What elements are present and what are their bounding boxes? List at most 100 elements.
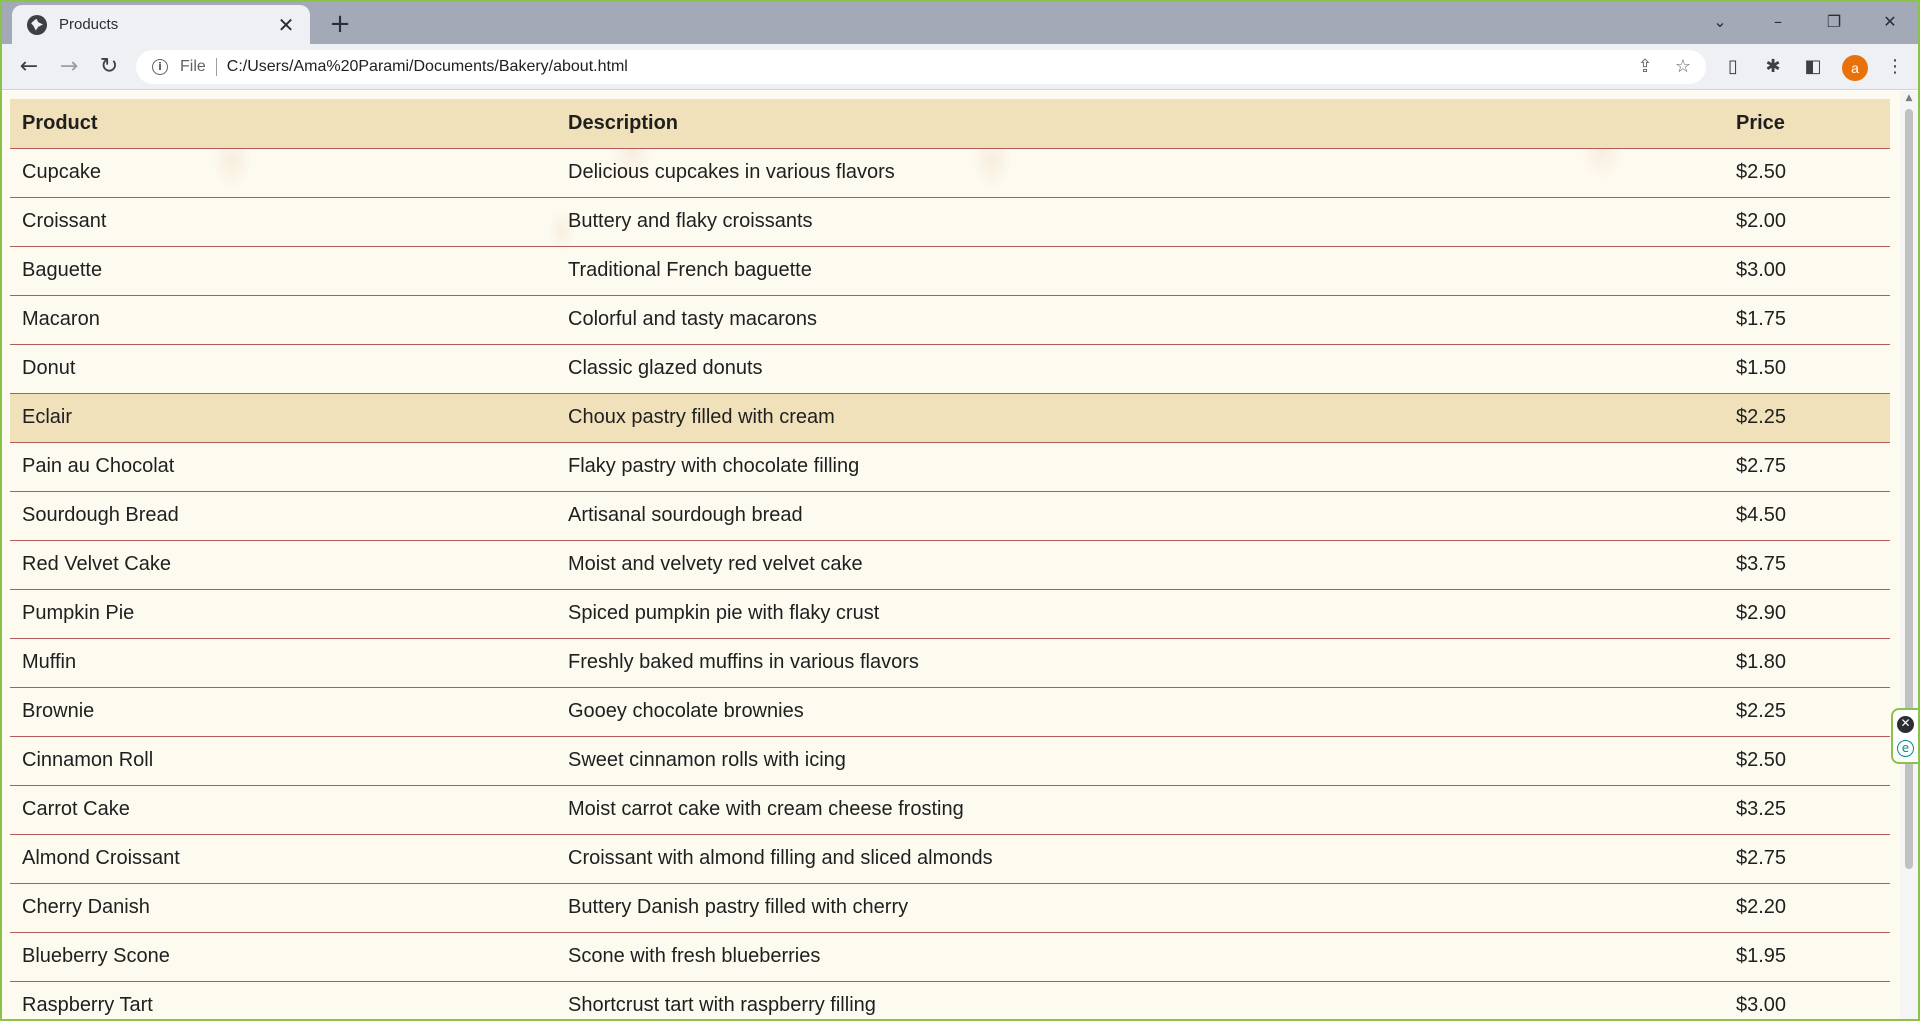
table-row: Pumpkin Pie Spiced pumpkin pie with flaky… xyxy=(10,589,1890,639)
menu-kebab-icon[interactable]: ⋮ xyxy=(1880,52,1910,82)
side-panel-icon[interactable]: ◧ xyxy=(1798,52,1828,82)
browser-window: Products ✕ + ⌄ – ❐ ✕ ← → ↻ i File C:/Use… xyxy=(2,2,1918,1019)
cell-product: Pumpkin Pie xyxy=(10,589,556,639)
cell-product: Pain au Chocolat xyxy=(10,442,556,492)
cell-description: Sweet cinnamon rolls with icing xyxy=(556,736,1724,786)
tab-products[interactable]: Products ✕ xyxy=(12,5,310,44)
cell-description: Flaky pastry with chocolate filling xyxy=(556,442,1724,492)
page-viewport: Product Description Price Cupcake Delicio… xyxy=(2,91,1918,1019)
cell-price: $1.50 xyxy=(1724,344,1890,394)
cell-price: $2.75 xyxy=(1724,442,1890,492)
cell-description: Buttery Danish pastry filled with cherry xyxy=(556,883,1724,933)
products-table: Product Description Price Cupcake Delicio… xyxy=(10,99,1890,1019)
cell-product: Sourdough Bread xyxy=(10,491,556,541)
cell-description: Buttery and flaky croissants xyxy=(556,197,1724,247)
cell-price: $2.00 xyxy=(1724,197,1890,247)
header-price: Price xyxy=(1724,99,1890,149)
vertical-scrollbar[interactable]: ▲ xyxy=(1900,91,1918,1019)
cell-price: $1.80 xyxy=(1724,638,1890,688)
table-row: Sourdough Bread Artisanal sourdough bread… xyxy=(10,491,1890,541)
table-row: Brownie Gooey chocolate brownies $2.25 xyxy=(10,687,1890,737)
cell-price: $2.90 xyxy=(1724,589,1890,639)
table-row: Carrot Cake Moist carrot cake with cream … xyxy=(10,785,1890,835)
extension-side-widget: ✕ e xyxy=(1891,708,1918,764)
table-row: Donut Classic glazed donuts $1.50 xyxy=(10,344,1890,394)
cell-product: Cinnamon Roll xyxy=(10,736,556,786)
cell-product: Baguette xyxy=(10,246,556,296)
close-tab-icon[interactable]: ✕ xyxy=(274,13,298,37)
cell-product: Cherry Danish xyxy=(10,883,556,933)
info-icon[interactable]: i xyxy=(152,59,168,75)
share-icon[interactable]: ⇪ xyxy=(1630,52,1660,82)
minimize-button[interactable]: – xyxy=(1750,2,1806,42)
reload-button[interactable]: ↻ xyxy=(93,51,125,83)
cell-price: $3.25 xyxy=(1724,785,1890,835)
close-window-button[interactable]: ✕ xyxy=(1862,2,1918,42)
scroll-up-arrow-icon[interactable]: ▲ xyxy=(1900,91,1918,105)
cell-price: $1.95 xyxy=(1724,932,1890,982)
cell-price: $1.75 xyxy=(1724,295,1890,345)
cell-description: Moist carrot cake with cream cheese fros… xyxy=(556,785,1724,835)
table-row: Blueberry Scone Scone with fresh blueberr… xyxy=(10,932,1890,982)
address-bar[interactable]: i File C:/Users/Ama%20Parami/Documents/B… xyxy=(136,50,1706,84)
cell-product: Donut xyxy=(10,344,556,394)
tab-search-icon[interactable]: ⌄ xyxy=(1692,2,1748,42)
browser-toolbar: ← → ↻ i File C:/Users/Ama%20Parami/Docum… xyxy=(2,44,1918,90)
extensions-puzzle-icon[interactable]: ✱ xyxy=(1758,52,1788,82)
table-row: Raspberry Tart Shortcrust tart with raspb… xyxy=(10,981,1890,1019)
cell-description: Gooey chocolate brownies xyxy=(556,687,1724,737)
cell-product: Eclair xyxy=(10,393,556,443)
cell-price: $3.00 xyxy=(1724,246,1890,296)
cell-price: $2.20 xyxy=(1724,883,1890,933)
header-product: Product xyxy=(10,99,556,149)
cell-description: Shortcrust tart with raspberry filling xyxy=(556,981,1724,1019)
table-row: Cherry Danish Buttery Danish pastry fille… xyxy=(10,883,1890,933)
profile-avatar[interactable]: a xyxy=(1842,55,1868,81)
cell-price: $3.00 xyxy=(1724,981,1890,1019)
table-row: Muffin Freshly baked muffins in various f… xyxy=(10,638,1890,688)
bookmark-star-icon[interactable]: ☆ xyxy=(1668,52,1698,82)
cell-product: Raspberry Tart xyxy=(10,981,556,1019)
cell-description: Moist and velvety red velvet cake xyxy=(556,540,1724,590)
cell-description: Spiced pumpkin pie with flaky crust xyxy=(556,589,1724,639)
table-row: Cupcake Delicious cupcakes in various fla… xyxy=(10,148,1890,198)
cell-price: $2.75 xyxy=(1724,834,1890,884)
cell-description: Croissant with almond filling and sliced… xyxy=(556,834,1724,884)
restore-button[interactable]: ❐ xyxy=(1806,2,1862,42)
tab-strip: Products ✕ + ⌄ – ❐ ✕ xyxy=(2,2,1918,44)
cell-price: $4.50 xyxy=(1724,491,1890,541)
page-icon[interactable]: ▯ xyxy=(1718,52,1748,82)
cell-product: Almond Croissant xyxy=(10,834,556,884)
new-tab-button[interactable]: + xyxy=(324,8,356,40)
cell-description: Choux pastry filled with cream xyxy=(556,393,1724,443)
close-circle-icon[interactable]: ✕ xyxy=(1897,716,1914,733)
cell-product: Red Velvet Cake xyxy=(10,540,556,590)
cell-product: Croissant xyxy=(10,197,556,247)
header-description: Description xyxy=(556,99,1724,149)
cell-product: Carrot Cake xyxy=(10,785,556,835)
cell-product: Muffin xyxy=(10,638,556,688)
table-row: Macaron Colorful and tasty macarons $1.75 xyxy=(10,295,1890,345)
table-row: Eclair Choux pastry filled with cream $2.2… xyxy=(10,393,1890,443)
back-button[interactable]: ← xyxy=(13,51,45,83)
divider xyxy=(215,58,217,76)
cell-description: Traditional French baguette xyxy=(556,246,1724,296)
url-text[interactable]: C:/Users/Ama%20Parami/Documents/Bakery/a… xyxy=(227,58,1630,76)
extension-e-icon[interactable]: e xyxy=(1897,740,1914,757)
table-row: Pain au Chocolat Flaky pastry with chocol… xyxy=(10,442,1890,492)
table-row: Croissant Buttery and flaky croissants $2.… xyxy=(10,197,1890,247)
cell-price: $2.25 xyxy=(1724,687,1890,737)
cell-description: Scone with fresh blueberries xyxy=(556,932,1724,982)
table-row: Cinnamon Roll Sweet cinnamon rolls with i… xyxy=(10,736,1890,786)
cell-description: Colorful and tasty macarons xyxy=(556,295,1724,345)
table-row: Red Velvet Cake Moist and velvety red vel… xyxy=(10,540,1890,590)
cell-price: $2.50 xyxy=(1724,148,1890,198)
table-row: Baguette Traditional French baguette $3.00 xyxy=(10,246,1890,296)
cell-product: Blueberry Scone xyxy=(10,932,556,982)
scheme-label: File xyxy=(180,58,206,75)
forward-button[interactable]: → xyxy=(53,51,85,83)
tab-title: Products xyxy=(59,16,119,33)
cell-price: $3.75 xyxy=(1724,540,1890,590)
cell-price: $2.25 xyxy=(1724,393,1890,443)
cell-description: Delicious cupcakes in various flavors xyxy=(556,148,1724,198)
